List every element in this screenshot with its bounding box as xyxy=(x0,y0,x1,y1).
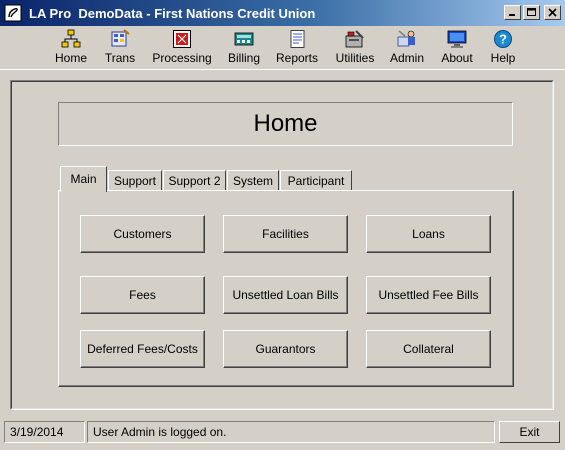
close-button[interactable] xyxy=(544,5,561,20)
toolbar-about-button[interactable]: About xyxy=(439,29,475,67)
facilities-button[interactable]: Facilities xyxy=(223,215,348,253)
toolbar-reports-button[interactable]: Reports xyxy=(275,29,319,67)
exit-button[interactable]: Exit xyxy=(499,421,560,443)
tab-label: Support 2 xyxy=(168,173,221,188)
toolbar-processing-button[interactable]: Processing xyxy=(150,29,214,67)
page-title-box: Home xyxy=(58,102,513,146)
toolbar-trans-button[interactable]: Trans xyxy=(102,29,138,67)
app-logo-icon xyxy=(3,3,23,23)
button-label: Fees xyxy=(129,288,156,302)
title-bar[interactable]: LA Pro DemoData - First Nations Credit U… xyxy=(0,0,565,26)
status-date-text: 3/19/2014 xyxy=(10,425,64,439)
toolbar-utilities-button[interactable]: Utilities xyxy=(333,29,377,67)
button-label: Deferred Fees/Costs xyxy=(87,342,198,356)
collateral-button[interactable]: Collateral xyxy=(366,330,491,368)
button-label: Customers xyxy=(113,227,172,241)
maximize-button[interactable] xyxy=(523,5,540,20)
tab-main[interactable]: Main xyxy=(60,166,107,192)
tab-support-2[interactable]: Support 2 xyxy=(163,170,226,190)
toolbar-label: Home xyxy=(54,51,87,65)
toolbar-label: Processing xyxy=(152,51,212,65)
toolbar-label: Utilities xyxy=(335,51,375,65)
tab-label: Participant xyxy=(287,173,345,188)
button-label: Collateral xyxy=(403,342,454,356)
button-label: Facilities xyxy=(262,227,309,241)
status-message: User Admin is logged on. xyxy=(87,421,495,443)
toolbar-admin-button[interactable]: Admin xyxy=(389,29,425,67)
deferred-fees-costs-button[interactable]: Deferred Fees/Costs xyxy=(80,330,205,368)
home-icon xyxy=(61,29,81,48)
close-icon xyxy=(548,8,557,17)
main-toolbar: Home Trans Processing Billing Reports Ut… xyxy=(0,26,565,70)
toolbar-label: Reports xyxy=(275,51,319,65)
utilities-icon xyxy=(345,30,364,48)
unsettled-loan-bills-button[interactable]: Unsettled Loan Bills xyxy=(223,276,348,314)
status-message-text: User Admin is logged on. xyxy=(93,425,227,439)
tab-support[interactable]: Support xyxy=(108,170,162,190)
status-date: 3/19/2014 xyxy=(4,421,85,443)
toolbar-label: Billing xyxy=(227,51,260,65)
toolbar-label: Help xyxy=(490,51,516,65)
tab-system[interactable]: System xyxy=(227,170,279,190)
fees-button[interactable]: Fees xyxy=(80,276,205,314)
page-title: Home xyxy=(253,110,318,137)
help-icon: ? xyxy=(494,30,512,48)
window-title: LA Pro DemoData - First Nations Credit U… xyxy=(29,5,316,21)
toolbar-home-button[interactable]: Home xyxy=(53,29,89,67)
unsettled-fee-bills-button[interactable]: Unsettled Fee Bills xyxy=(366,276,491,314)
button-label: Loans xyxy=(412,227,445,241)
toolbar-label: About xyxy=(441,51,473,65)
tab-participant[interactable]: Participant xyxy=(280,170,352,190)
tab-label: System xyxy=(232,173,273,188)
reports-icon xyxy=(290,30,305,48)
tab-label: Support xyxy=(113,173,157,188)
toolbar-billing-button[interactable]: Billing xyxy=(225,29,263,67)
about-icon xyxy=(447,30,467,48)
svg-text:?: ? xyxy=(499,32,507,47)
maximize-icon xyxy=(527,8,536,16)
button-label: Guarantors xyxy=(255,342,316,356)
toolbar-label: Trans xyxy=(104,51,136,65)
admin-icon xyxy=(397,30,415,47)
customers-button[interactable]: Customers xyxy=(80,215,205,253)
billing-icon xyxy=(234,32,254,46)
transactions-icon xyxy=(111,29,130,47)
exit-label: Exit xyxy=(519,425,540,439)
minimize-icon xyxy=(509,14,515,16)
minimize-button[interactable] xyxy=(504,5,521,20)
toolbar-help-button[interactable]: ? Help xyxy=(488,29,518,67)
processing-icon xyxy=(173,30,191,48)
button-label: Unsettled Loan Bills xyxy=(232,288,339,302)
button-label: Unsettled Fee Bills xyxy=(378,288,479,302)
toolbar-label: Admin xyxy=(389,51,424,65)
loans-button[interactable]: Loans xyxy=(366,215,491,253)
guarantors-button[interactable]: Guarantors xyxy=(223,330,348,368)
tab-label: Main xyxy=(70,171,97,186)
